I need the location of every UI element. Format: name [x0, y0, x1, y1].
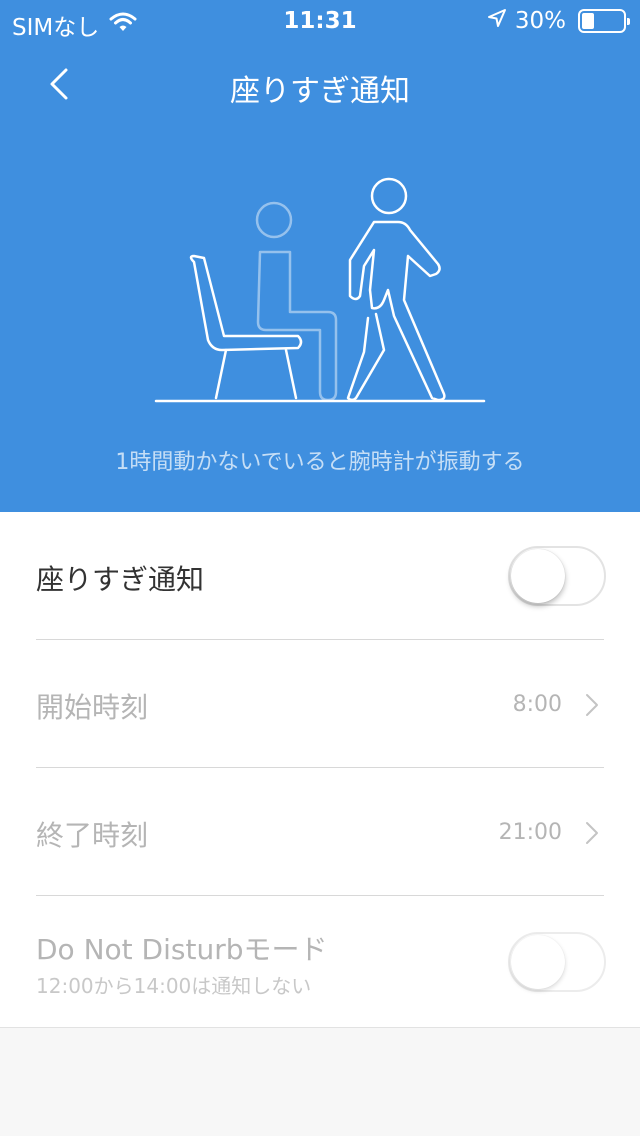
- sitting-and-walking-person-illustration: [154, 177, 486, 403]
- start-time-row[interactable]: 開始時刻 8:00: [0, 640, 640, 768]
- dnd-toggle[interactable]: [508, 932, 606, 992]
- end-time-row[interactable]: 終了時刻 21:00: [0, 768, 640, 896]
- end-time-value: 21:00: [498, 820, 562, 845]
- settings-list: 座りすぎ通知 開始時刻 8:00 終了時刻 21:00 Do Not Distu…: [0, 512, 640, 1028]
- location-arrow-icon: [487, 8, 507, 34]
- toggle-knob: [511, 935, 565, 989]
- chevron-right-icon: [586, 694, 598, 716]
- sedentary-alert-toggle[interactable]: [508, 546, 606, 606]
- battery-percent: 30%: [514, 8, 566, 34]
- toggle-knob: [511, 549, 565, 603]
- sedentary-alert-label: 座りすぎ通知: [36, 563, 205, 596]
- dnd-row: Do Not Disturbモード 12:00から14:00は通知しない: [0, 896, 640, 1024]
- hero-caption: 1時間動かないでいると腕時計が振動する: [115, 450, 525, 475]
- chevron-right-icon: [586, 822, 598, 844]
- start-time-value: 8:00: [512, 692, 562, 717]
- start-time-label: 開始時刻: [36, 691, 149, 724]
- sedentary-alert-row: 座りすぎ通知: [0, 512, 640, 640]
- hero-header: SIMなし 11:31 30% 座りすぎ通知 1時間動かないでいると腕時計が振動…: [0, 0, 640, 512]
- status-bar: SIMなし 11:31 30%: [0, 0, 640, 41]
- status-right: 30%: [487, 8, 630, 34]
- end-time-label: 終了時刻: [36, 819, 149, 852]
- battery-level: [582, 13, 594, 29]
- page-title: 座りすぎ通知: [230, 74, 410, 109]
- dnd-label: Do Not Disturbモード: [36, 933, 328, 966]
- dnd-sublabel: 12:00から14:00は通知しない: [36, 974, 312, 998]
- nav-bar: 座りすぎ通知: [0, 40, 640, 128]
- battery-icon: [578, 9, 630, 33]
